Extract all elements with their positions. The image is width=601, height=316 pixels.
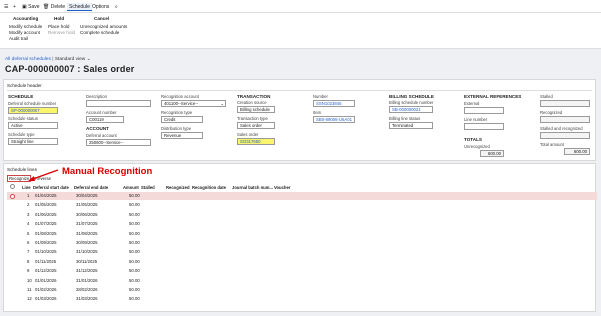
annotation-arrow bbox=[28, 169, 59, 181]
